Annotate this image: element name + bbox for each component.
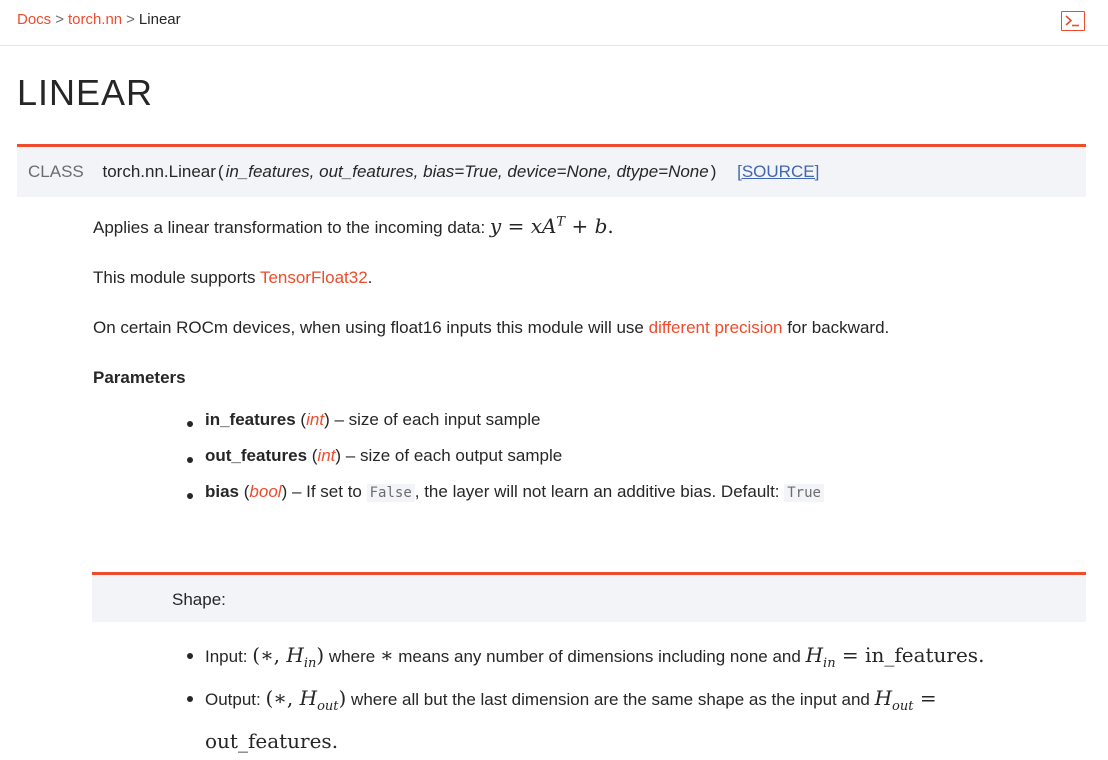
math-plus: +: [571, 214, 589, 238]
class-signature: CLASS torch.nn.Linear(in_features, out_f…: [17, 144, 1086, 197]
math-eq: =: [507, 214, 525, 238]
math-H: H: [805, 643, 824, 667]
math-sub-in: in: [823, 656, 836, 671]
math-open: (∗,: [252, 643, 287, 667]
math-eq: =: [841, 643, 859, 667]
math-dot: .: [978, 643, 985, 667]
shape-input-item: Input: (∗, Hin) where ∗ means any number…: [185, 638, 1065, 681]
open-paren: (: [217, 162, 224, 181]
parameter-name: bias: [205, 482, 240, 501]
math-H: H: [874, 686, 893, 710]
math-b: b: [594, 214, 608, 238]
page-title: LINEAR: [17, 72, 154, 113]
math-eq: =: [919, 686, 937, 710]
top-bar: Docs > torch.nn > Linear: [0, 0, 1108, 46]
shape-list: Input: (∗, Hin) where ∗ means any number…: [185, 638, 1065, 760]
parameters-list: in_features (int) – size of each input s…: [185, 410, 824, 518]
terminal-button[interactable]: [1061, 11, 1085, 31]
description-text: .: [367, 268, 373, 287]
description-line-2: This module supports TensorFloat32.: [93, 268, 372, 288]
parameter-desc: – If set to: [287, 482, 367, 501]
breadcrumb-separator: >: [55, 11, 64, 28]
parameter-desc: , the layer will not learn an additive b…: [414, 482, 785, 501]
math-H: H: [299, 686, 318, 710]
linear-formula: y = xAT + b.: [490, 214, 614, 238]
parameter-type-link[interactable]: bool: [249, 482, 281, 501]
math-dot: .: [331, 729, 339, 753]
output-shape-math: (∗, Hout): [265, 686, 346, 714]
math-sub-out: out: [317, 699, 339, 714]
description-text: This module supports: [93, 268, 260, 287]
description-text: Applies a linear transformation to the i…: [93, 218, 490, 237]
parameter-desc: – size of each output sample: [341, 446, 563, 465]
breadcrumb-docs-link[interactable]: Docs: [17, 11, 51, 28]
parameter-item: out_features (int) – size of each output…: [185, 446, 824, 482]
breadcrumb-separator: >: [126, 11, 135, 28]
parameter-name: out_features: [205, 446, 308, 465]
parameters-heading: Parameters: [93, 368, 186, 387]
source-link[interactable]: [SOURCE]: [737, 162, 819, 181]
param-dtype: dtype=None: [616, 162, 709, 181]
shape-section: Shape:: [92, 572, 1086, 622]
description-text: On certain ROCm devices, when using floa…: [93, 318, 649, 337]
math-A: A: [541, 214, 557, 238]
input-eq-math: Hin = in_features.: [805, 643, 985, 671]
shape-input-label: Input:: [205, 647, 253, 666]
param-device: device=None,: [507, 162, 612, 181]
breadcrumb-current: Linear: [138, 11, 181, 28]
terminal-icon: [1065, 15, 1079, 27]
math-sub-in: in: [303, 656, 317, 671]
math-rhs: in_features: [865, 643, 979, 667]
shape-output-label: Output:: [205, 690, 266, 709]
description-line-1: Applies a linear transformation to the i…: [93, 214, 614, 238]
parameter-name: in_features: [205, 410, 296, 429]
math-T: T: [556, 214, 566, 230]
shape-text: where all but the last dimension are the…: [346, 690, 875, 709]
different-precision-link[interactable]: different precision: [649, 318, 783, 337]
shape-output-item: Output: (∗, Hout) where all but the last…: [185, 681, 1065, 760]
math-sub-out: out: [892, 699, 914, 714]
breadcrumb-torch-nn-link[interactable]: torch.nn: [68, 11, 122, 28]
math-x: x: [530, 214, 542, 238]
close-paren: ): [710, 162, 717, 181]
shape-text: where: [324, 647, 380, 666]
code-false: False: [366, 484, 415, 502]
parameter-type-link[interactable]: int: [317, 446, 335, 465]
math-dot: .: [607, 214, 614, 238]
tensorfloat32-link[interactable]: TensorFloat32: [260, 268, 368, 287]
parameter-type-link[interactable]: int: [306, 410, 324, 429]
parameter-item: in_features (int) – size of each input s…: [185, 410, 824, 446]
math-y: y: [489, 214, 502, 238]
input-shape-math: (∗, Hin): [252, 643, 324, 671]
description-line-3: On certain ROCm devices, when using floa…: [93, 318, 889, 338]
parameter-desc: – size of each input sample: [329, 410, 541, 429]
math-open: (∗,: [265, 686, 300, 710]
param-out-features: out_features,: [319, 162, 419, 181]
code-true: True: [784, 484, 824, 502]
class-keyword: CLASS: [28, 162, 84, 181]
breadcrumb: Docs > torch.nn > Linear: [17, 11, 181, 28]
math-H: H: [286, 643, 304, 667]
shape-heading: Shape:: [172, 590, 226, 609]
math-rhs: out_features: [205, 729, 332, 753]
class-name: torch.nn.Linear: [102, 162, 216, 181]
shape-text: means any number of dimensions including…: [393, 647, 806, 666]
param-bias: bias=True,: [423, 162, 503, 181]
description-text: for backward.: [782, 318, 890, 337]
math-star: ∗: [379, 643, 394, 667]
parameter-item: bias (bool) – If set to False, the layer…: [185, 482, 824, 518]
param-in-features: in_features,: [225, 162, 315, 181]
